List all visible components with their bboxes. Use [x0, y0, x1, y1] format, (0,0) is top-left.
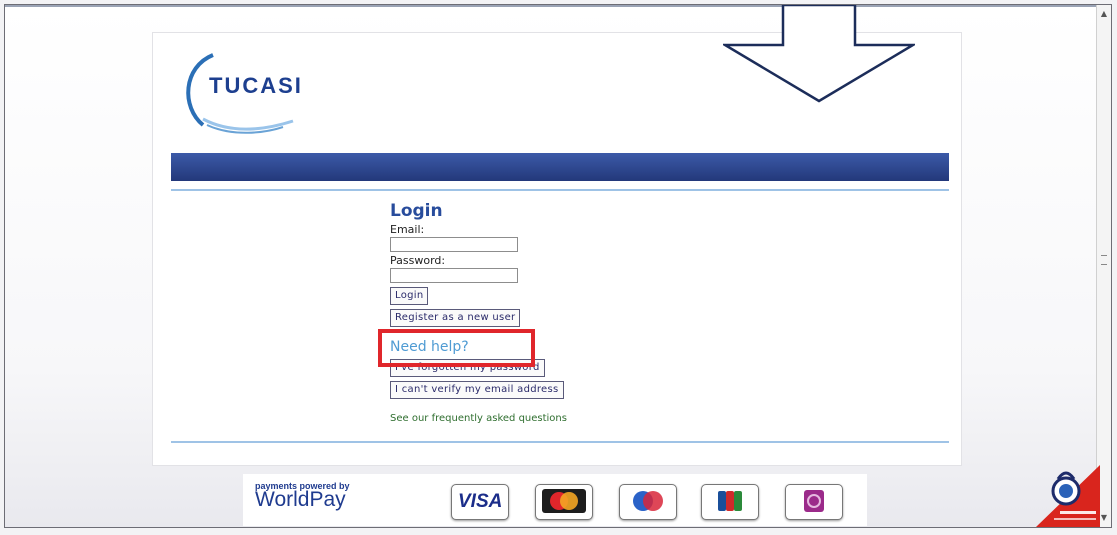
browser-window: TUCASI Login Email: Password: Login Regi… [4, 4, 1112, 528]
password-field[interactable] [390, 268, 518, 283]
logo-wordmark: TUCASI [209, 73, 303, 98]
vertical-scrollbar[interactable]: ▲ ▼ [1096, 5, 1111, 527]
register-button[interactable]: Register as a new user [390, 309, 521, 327]
faq-link[interactable]: See our frequently asked questions [390, 413, 690, 424]
register-highlight-box [378, 329, 535, 367]
maestro-card-icon [619, 484, 677, 520]
scroll-up-icon[interactable]: ▲ [1097, 7, 1111, 21]
visa-card-icon: VISA [451, 484, 509, 520]
login-panel: Login Email: Password: Login Register as… [378, 201, 690, 424]
down-arrow-annotation [723, 5, 915, 103]
login-button[interactable]: Login [390, 287, 429, 305]
mastercard-card-icon [535, 484, 593, 520]
header-banner [171, 153, 949, 181]
jcb-card-icon [701, 484, 759, 520]
payment-footer: payments powered by WorldPay VISA [243, 474, 867, 526]
email-label: Email: [390, 223, 425, 236]
verify-email-button[interactable]: I can't verify my email address [390, 381, 564, 399]
worldpay-logo: WorldPay [255, 488, 346, 511]
scroll-grip-icon[interactable] [1101, 255, 1107, 265]
comodo-secure-icon [1036, 465, 1100, 527]
window-top-border [5, 5, 1111, 7]
visa-label: VISA [458, 491, 503, 512]
password-label: Password: [390, 254, 446, 267]
mastercard-circles-icon [550, 492, 578, 510]
solo-card-icon [785, 484, 843, 520]
divider-top [171, 189, 949, 191]
login-heading: Login [390, 201, 443, 221]
solo-logo-icon [804, 490, 824, 512]
maestro-circles-icon [633, 491, 663, 511]
jcb-stripes-icon [718, 491, 742, 511]
email-field[interactable] [390, 237, 518, 252]
divider-bottom [171, 441, 949, 443]
